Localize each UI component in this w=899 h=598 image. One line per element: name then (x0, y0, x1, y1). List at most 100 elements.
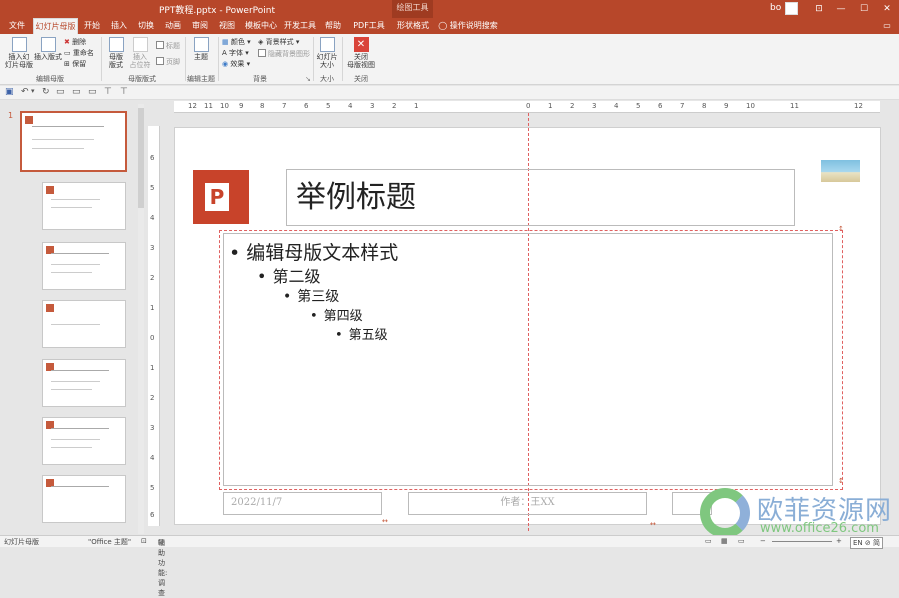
lightbulb-icon: ◯ (438, 21, 450, 30)
group-label-master-layout: 母版版式 (128, 75, 156, 83)
close-button[interactable]: ✕ (876, 0, 898, 18)
tab-view[interactable]: 视图 (215, 18, 239, 34)
undo-icon[interactable]: ↶ (21, 87, 29, 97)
checkbox-icon (156, 41, 164, 49)
thumbnail-master[interactable] (20, 111, 127, 172)
contextual-tools-header: 绘图工具 (392, 0, 433, 18)
hide-background-checkbox[interactable]: 隐藏背景图形 (258, 49, 310, 58)
delete-icon: ✖ (64, 38, 70, 46)
scrollbar-thumb[interactable] (138, 108, 144, 208)
thumbnail-layout-section[interactable] (42, 300, 126, 348)
layout-icon (40, 37, 56, 52)
dialog-launcher-icon[interactable]: ↘ (305, 75, 311, 83)
shape-icon[interactable]: ▭ (88, 87, 97, 97)
reading-view-icon[interactable]: ▭ (738, 537, 745, 545)
preserve-icon: ⊞ (64, 60, 70, 68)
tab-developer[interactable]: 开发工具 (283, 18, 317, 34)
zoom-out-icon[interactable]: − (760, 537, 766, 545)
undo-dropdown-icon[interactable]: ▾ (31, 87, 35, 95)
screen-icon[interactable]: ▭ (72, 87, 81, 97)
checkbox-icon (156, 57, 164, 65)
tab-animations[interactable]: 动画 (161, 18, 185, 34)
thumbnail-layout-comparison[interactable] (42, 417, 126, 465)
tab-slide-master[interactable]: 幻灯片母版 (33, 18, 78, 34)
insert-slide-master-button[interactable]: 插入幻 灯片母版 (4, 37, 34, 69)
spelling-icon[interactable]: ⊡ (141, 537, 147, 545)
close-master-view-button[interactable]: ✕ 关闭 母版视图 (345, 37, 377, 69)
thumbnail-layout-two-content[interactable] (42, 359, 126, 407)
vertical-ruler[interactable]: 6 5 4 3 2 1 0 1 2 3 4 5 6 (148, 126, 160, 526)
ribbon-tabs: 文件 幻灯片母版 开始 插入 切换 动画 审阅 视图 模板中心 开发工具 帮助 … (0, 18, 899, 46)
redo-icon[interactable]: ↻ (42, 87, 50, 97)
slide-thumbnails-pane: 1 (0, 101, 146, 535)
slide-size-button[interactable]: 幻灯片 大小 (315, 37, 339, 69)
thumbnails-scrollbar[interactable] (138, 104, 144, 534)
themes-button[interactable]: 主题 (191, 37, 211, 61)
watermark-logo-icon (700, 488, 750, 538)
group-label-size: 大小 (320, 75, 334, 83)
rename-icon: ▭ (64, 49, 71, 57)
preserve-button[interactable]: ⊞ 保留 (64, 60, 86, 68)
minimize-button[interactable]: — (830, 0, 852, 18)
present-icon[interactable]: ▭ (56, 87, 65, 97)
tab-file[interactable]: 文件 (4, 18, 30, 34)
zoom-slider[interactable] (772, 541, 832, 542)
footer-placeholder[interactable]: 作者：王XX (408, 492, 647, 515)
delete-button[interactable]: ✖ 删除 (64, 38, 86, 46)
slide-size-icon (319, 37, 335, 52)
thumbnail-logo (25, 116, 33, 124)
title-checkbox[interactable]: 标题 (156, 41, 180, 50)
rename-button[interactable]: ▭ 重命名 (64, 49, 94, 57)
tab-transitions[interactable]: 切换 (134, 18, 158, 34)
group-separator (101, 37, 102, 81)
title-placeholder[interactable]: 举例标题 (286, 169, 795, 226)
slide-master-icon (11, 37, 27, 52)
slide-number: 1 (8, 111, 14, 120)
date-placeholder[interactable]: 2022/11/7 (223, 492, 382, 515)
avatar[interactable] (785, 2, 798, 15)
group-separator (342, 37, 343, 81)
zoom-in-icon[interactable]: + (836, 537, 842, 545)
close-master-icon: ✕ (353, 37, 369, 52)
spacing-marker-icon: ↔ (382, 517, 388, 525)
effects-dropdown[interactable]: ◉ 效果 ▾ (222, 60, 250, 68)
tab-home[interactable]: 开始 (80, 18, 104, 34)
tell-me-search[interactable]: ◯ 操作说明搜索 (438, 18, 498, 34)
tab-review[interactable]: 审阅 (188, 18, 212, 34)
status-view: 幻灯片母版 (4, 538, 39, 546)
slide-sorter-icon[interactable]: ▦ (721, 537, 728, 545)
insert-placeholder-button[interactable]: 插入 占位符 (128, 37, 152, 69)
comments-icon[interactable]: ▭ (880, 18, 894, 34)
insert-layout-button[interactable]: 插入版式 (34, 37, 62, 61)
align-icon[interactable]: ⊤ (104, 87, 112, 97)
tab-shape-format[interactable]: 形状格式 (393, 18, 433, 34)
save-icon[interactable]: ▣ (5, 87, 14, 97)
status-bar: 幻灯片母版 "Office 主题" ⊡ ⊡ 辅助功能: 调查 ▭ ▦ ▭ − +… (0, 535, 899, 597)
palette-icon: ▦ (222, 38, 229, 46)
ribbon-display-options-button[interactable]: ⊡ (808, 0, 830, 18)
tab-pdf-tools[interactable]: PDF工具集 (350, 18, 388, 46)
thumbnail-layout-title[interactable] (42, 182, 126, 230)
beach-image[interactable] (821, 160, 860, 182)
tab-help[interactable]: 帮助 (321, 18, 345, 34)
group-separator (313, 37, 314, 81)
quick-access-toolbar: ▣ ↶ ▾ ↻ ▭ ▭ ▭ ⊤ ⊤ (0, 86, 899, 100)
master-layout-button[interactable]: 母版 版式 (105, 37, 127, 69)
customize-qat-icon[interactable]: ⊤ (120, 87, 128, 97)
thumbnail-layout-title-only[interactable] (42, 475, 126, 523)
user-name[interactable]: bo (770, 3, 781, 13)
normal-view-icon[interactable]: ▭ (705, 537, 712, 545)
maximize-button[interactable]: ☐ (853, 0, 875, 18)
colors-dropdown[interactable]: ▦ 颜色 ▾ (222, 38, 251, 46)
footer-checkbox[interactable]: 页脚 (156, 57, 180, 66)
group-label-edit-master: 编辑母版 (36, 75, 64, 83)
horizontal-ruler[interactable]: 12 11 10 9 8 7 6 5 4 3 2 1 0 1 2 3 4 5 6… (174, 101, 880, 113)
tab-template-center[interactable]: 模板中心 (244, 18, 278, 34)
background-styles-dropdown[interactable]: ◈ 背景样式 ▾ (258, 38, 299, 46)
fonts-dropdown[interactable]: A 字体 ▾ (222, 49, 249, 57)
language-indicator[interactable]: EN ⊘ 简 (850, 537, 883, 549)
window-title: PPT教程.pptx - PowerPoint (159, 6, 276, 16)
ribbon: 插入幻 灯片母版 插入版式 ✖ 删除 ▭ 重命名 ⊞ 保留 编辑母版 母版 版式… (0, 34, 899, 85)
tab-insert[interactable]: 插入 (107, 18, 131, 34)
thumbnail-layout-content[interactable] (42, 242, 126, 290)
